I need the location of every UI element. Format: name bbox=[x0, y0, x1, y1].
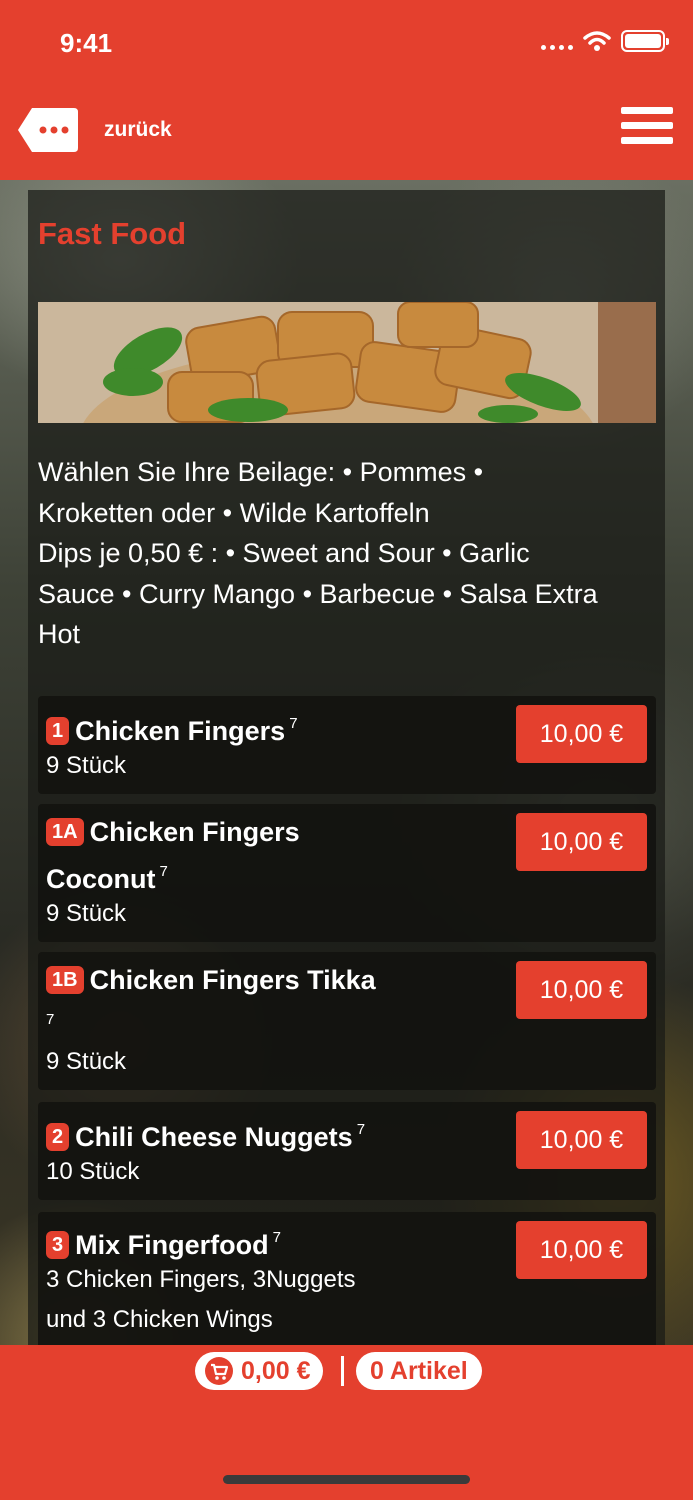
item-details: 9 Stück bbox=[46, 900, 127, 927]
cart-count-button[interactable]: 0 Artikel bbox=[356, 1352, 482, 1390]
item-details: 10 Stück bbox=[46, 1158, 140, 1185]
menu-item[interactable]: 1A Chicken Fingers Coconut 7 9 Stück 10,00… bbox=[38, 804, 656, 942]
category-title: Fast Food bbox=[38, 216, 187, 251]
item-name-text: Coconut bbox=[46, 864, 156, 894]
back-label[interactable]: zurück bbox=[104, 118, 172, 142]
speech-bubble-dots-icon bbox=[18, 108, 78, 152]
menu-item[interactable]: 1B Chicken Fingers Tikka 7 9 Stück 10,00 … bbox=[38, 952, 656, 1090]
add-to-cart-price-button[interactable]: 10,00 € bbox=[516, 1111, 647, 1169]
add-to-cart-price-button[interactable]: 10,00 € bbox=[516, 1221, 647, 1279]
allergen-note: 7 bbox=[46, 1011, 55, 1028]
description-line: Sauce • Curry Mango • Barbecue • Salsa E… bbox=[38, 578, 598, 609]
battery-icon bbox=[621, 30, 669, 52]
item-name-text: Chicken Fingers Tikka bbox=[89, 965, 376, 995]
allergen-note: 7 bbox=[272, 1229, 281, 1246]
item-details: 9 Stück bbox=[46, 752, 127, 779]
category-image bbox=[38, 302, 656, 423]
item-name: 1B Chicken Fingers Tikka 7 bbox=[46, 960, 506, 1047]
description-line: Wählen Sie Ihre Beilage: • Pommes • bbox=[38, 457, 484, 487]
add-to-cart-price-button[interactable]: 10,00 € bbox=[516, 961, 647, 1019]
back-button[interactable] bbox=[18, 108, 78, 152]
item-details: und 3 Chicken Wings bbox=[46, 1306, 273, 1333]
allergen-note: 7 bbox=[159, 863, 168, 880]
item-number-badge: 2 bbox=[46, 1123, 70, 1151]
add-to-cart-price-button[interactable]: 10,00 € bbox=[516, 705, 647, 763]
home-indicator bbox=[223, 1475, 470, 1484]
add-to-cart-price-button[interactable]: 10,00 € bbox=[516, 813, 647, 871]
item-name: 2 Chili Cheese Nuggets 7 bbox=[46, 1110, 506, 1157]
item-number-badge: 1A bbox=[46, 818, 84, 846]
status-time: 9:41 bbox=[60, 28, 113, 58]
item-number-badge: 1B bbox=[46, 966, 84, 994]
cart-total-button[interactable]: 0,00 € bbox=[195, 1352, 323, 1390]
category-panel: Fast Food Wählen Sie Ihre Beilage: • Pom… bbox=[28, 190, 665, 1345]
menu-item[interactable]: 1 Chicken Fingers 7 9 Stück 10,00 € bbox=[38, 696, 656, 794]
item-name-text: Chicken Fingers bbox=[75, 716, 286, 746]
status-icons bbox=[541, 30, 669, 52]
shopping-cart-icon bbox=[205, 1357, 233, 1385]
category-description: Wählen Sie Ihre Beilage: • Pommes • Krok… bbox=[38, 452, 658, 655]
hamburger-menu-icon[interactable] bbox=[621, 107, 673, 151]
divider bbox=[341, 1356, 344, 1386]
menu-item[interactable]: 2 Chili Cheese Nuggets 7 10 Stück 10,00 € bbox=[38, 1102, 656, 1200]
item-name-text: Mix Fingerfood bbox=[75, 1230, 269, 1260]
cart-total: 0,00 € bbox=[241, 1356, 311, 1385]
allergen-note: 7 bbox=[289, 715, 298, 732]
item-name: 1 Chicken Fingers 7 bbox=[46, 704, 506, 751]
app-header: 9:41 zurück bbox=[0, 0, 693, 180]
description-line: Kroketten oder • Wilde Kartoffeln bbox=[38, 497, 430, 528]
item-number-badge: 1 bbox=[46, 717, 70, 745]
wifi-icon bbox=[583, 31, 611, 51]
menu-item[interactable]: 3 Mix Fingerfood 7 3 Chicken Fingers, 3Nug… bbox=[38, 1212, 656, 1345]
item-details: 9 Stück bbox=[46, 1048, 127, 1075]
cellular-signal-icon bbox=[541, 32, 573, 50]
item-name: 1A Chicken Fingers Coconut 7 bbox=[46, 812, 506, 899]
description-line: Hot bbox=[38, 619, 81, 649]
item-number-badge: 3 bbox=[46, 1231, 70, 1259]
item-name: 3 Mix Fingerfood 7 bbox=[46, 1218, 506, 1265]
item-name-text: Chicken Fingers bbox=[89, 817, 300, 847]
item-name-text: Chili Cheese Nuggets bbox=[75, 1122, 353, 1152]
item-details: 3 Chicken Fingers, 3Nuggets bbox=[46, 1266, 356, 1293]
allergen-note: 7 bbox=[356, 1121, 366, 1138]
description-line: Dips je 0,50 € : • Sweet and Sour • Garl… bbox=[38, 538, 530, 568]
